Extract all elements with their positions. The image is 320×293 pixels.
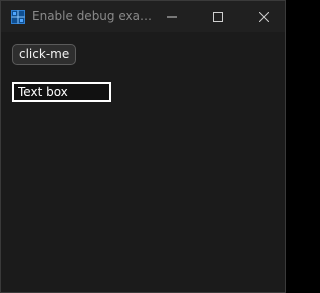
minimize-icon bbox=[167, 12, 177, 22]
close-button[interactable] bbox=[241, 1, 287, 32]
window-title: Enable debug exam... bbox=[32, 9, 152, 23]
click-me-button[interactable]: click-me bbox=[12, 44, 77, 65]
application-window: Enable debug exam... click-me Text box bbox=[0, 0, 286, 293]
close-icon bbox=[259, 11, 269, 22]
title-bar[interactable]: Enable debug exam... bbox=[1, 1, 285, 32]
maximize-button[interactable] bbox=[195, 1, 241, 32]
text-box-input[interactable] bbox=[12, 82, 111, 102]
window-content: click-me bbox=[1, 32, 285, 292]
grid-window-icon bbox=[11, 9, 25, 24]
minimize-button[interactable] bbox=[149, 1, 195, 32]
maximize-icon bbox=[213, 11, 223, 22]
